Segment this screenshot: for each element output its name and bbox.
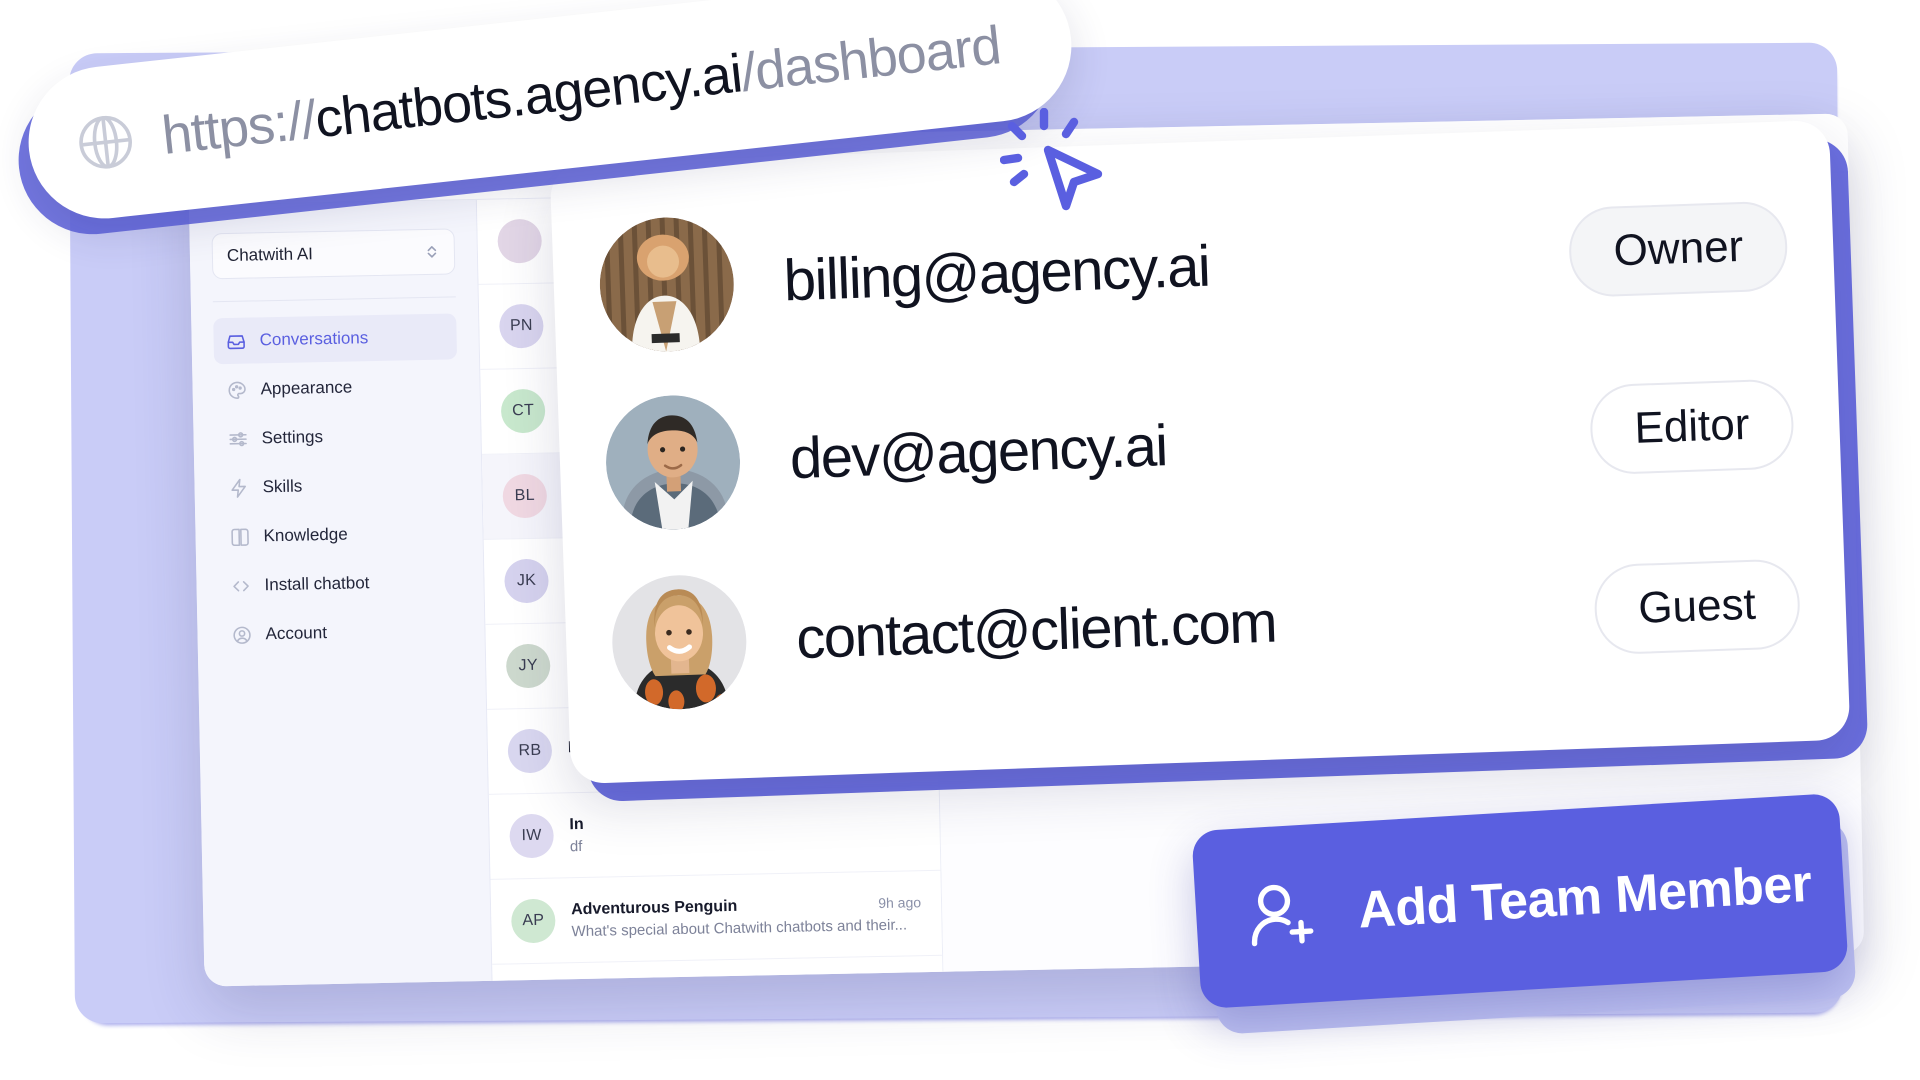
url-path: /dashboard bbox=[738, 15, 1004, 104]
url-scheme: https:// bbox=[159, 89, 319, 166]
member-role-badge[interactable]: Guest bbox=[1592, 558, 1802, 656]
code-icon bbox=[230, 575, 251, 596]
avatar bbox=[497, 218, 543, 264]
user-plus-icon bbox=[1242, 874, 1324, 956]
conversation-content: Adventurous Penguin 9h ago What's specia… bbox=[571, 894, 922, 940]
conversation-time: 9h ago bbox=[878, 893, 922, 911]
member-role-badge[interactable]: Editor bbox=[1588, 378, 1795, 476]
bolt-icon bbox=[228, 477, 249, 498]
conversation-row[interactable]: AP Adventurous Penguin 9h ago What's spe… bbox=[490, 870, 943, 965]
url-host: chatbots.agency.ai bbox=[312, 43, 745, 150]
conversation-preview: df bbox=[569, 837, 583, 855]
sidebar-item-label: Skills bbox=[262, 476, 303, 497]
team-members-card: billing@agency.ai Owner dev@agency.ai Ed… bbox=[549, 119, 1851, 785]
sliders-icon bbox=[227, 428, 248, 449]
add-team-member-label: Add Team Member bbox=[1356, 854, 1814, 940]
member-email: dev@agency.ai bbox=[788, 412, 1168, 491]
conversation-name: In bbox=[569, 815, 584, 833]
sidebar-item-label: Appearance bbox=[260, 377, 353, 399]
sidebar-item-skills[interactable]: Skills bbox=[216, 460, 460, 511]
team-member-row[interactable]: billing@agency.ai Owner bbox=[597, 159, 1790, 372]
member-role-badge[interactable]: Owner bbox=[1568, 200, 1789, 298]
sidebar-item-label: Knowledge bbox=[263, 524, 348, 546]
avatar: IW bbox=[509, 813, 555, 859]
conversation-content: In df bbox=[569, 809, 920, 855]
globe-icon bbox=[71, 108, 139, 176]
avatar: RB bbox=[507, 728, 553, 774]
conversation-name: Adventurous Penguin bbox=[570, 897, 738, 918]
sidebar-item-install-chatbot[interactable]: Install chatbot bbox=[218, 558, 462, 609]
click-cursor-icon bbox=[1000, 108, 1120, 228]
avatar: JY bbox=[505, 643, 551, 689]
avatar: AP bbox=[510, 898, 556, 944]
sidebar-item-appearance[interactable]: Appearance bbox=[214, 362, 458, 413]
sidebar-item-label: Install chatbot bbox=[264, 573, 370, 595]
sidebar-item-label: Conversations bbox=[259, 328, 369, 350]
sidebar-item-label: Settings bbox=[261, 427, 324, 448]
avatar bbox=[597, 215, 737, 354]
project-selector-value: Chatwith AI bbox=[226, 244, 314, 265]
member-email: contact@client.com bbox=[795, 588, 1278, 671]
project-selector[interactable]: Chatwith AI bbox=[211, 228, 456, 280]
sidebar: Chatwith AI Conversations Appearance Set… bbox=[188, 199, 493, 987]
sidebar-item-knowledge[interactable]: Knowledge bbox=[217, 509, 461, 560]
chevron-updown-icon bbox=[424, 244, 440, 260]
avatar: PN bbox=[498, 303, 544, 349]
team-member-row[interactable]: contact@client.com Guest bbox=[609, 517, 1802, 730]
palette-icon bbox=[226, 379, 247, 400]
conversation-row[interactable]: IW In df bbox=[488, 785, 941, 880]
avatar bbox=[610, 572, 749, 712]
inbox-icon bbox=[225, 330, 246, 351]
book-icon bbox=[229, 526, 250, 547]
sidebar-item-settings[interactable]: Settings bbox=[215, 411, 459, 462]
avatar: CT bbox=[500, 388, 546, 434]
avatar: BL bbox=[502, 473, 548, 519]
avatar: JK bbox=[504, 558, 549, 604]
user-circle-icon bbox=[231, 624, 252, 645]
sidebar-item-label: Account bbox=[265, 623, 328, 644]
conversation-preview: What's special about Chatwith chatbots a… bbox=[571, 915, 908, 940]
sidebar-divider bbox=[212, 296, 456, 303]
screenshot-stage: Chatwith AI Conversations Appearance Set… bbox=[0, 0, 1920, 1080]
member-email: billing@agency.ai bbox=[782, 233, 1211, 313]
avatar bbox=[603, 393, 743, 532]
sidebar-item-conversations[interactable]: Conversations bbox=[213, 313, 458, 365]
team-member-row[interactable]: dev@agency.ai Editor bbox=[603, 337, 1796, 550]
sidebar-item-account[interactable]: Account bbox=[219, 607, 463, 658]
